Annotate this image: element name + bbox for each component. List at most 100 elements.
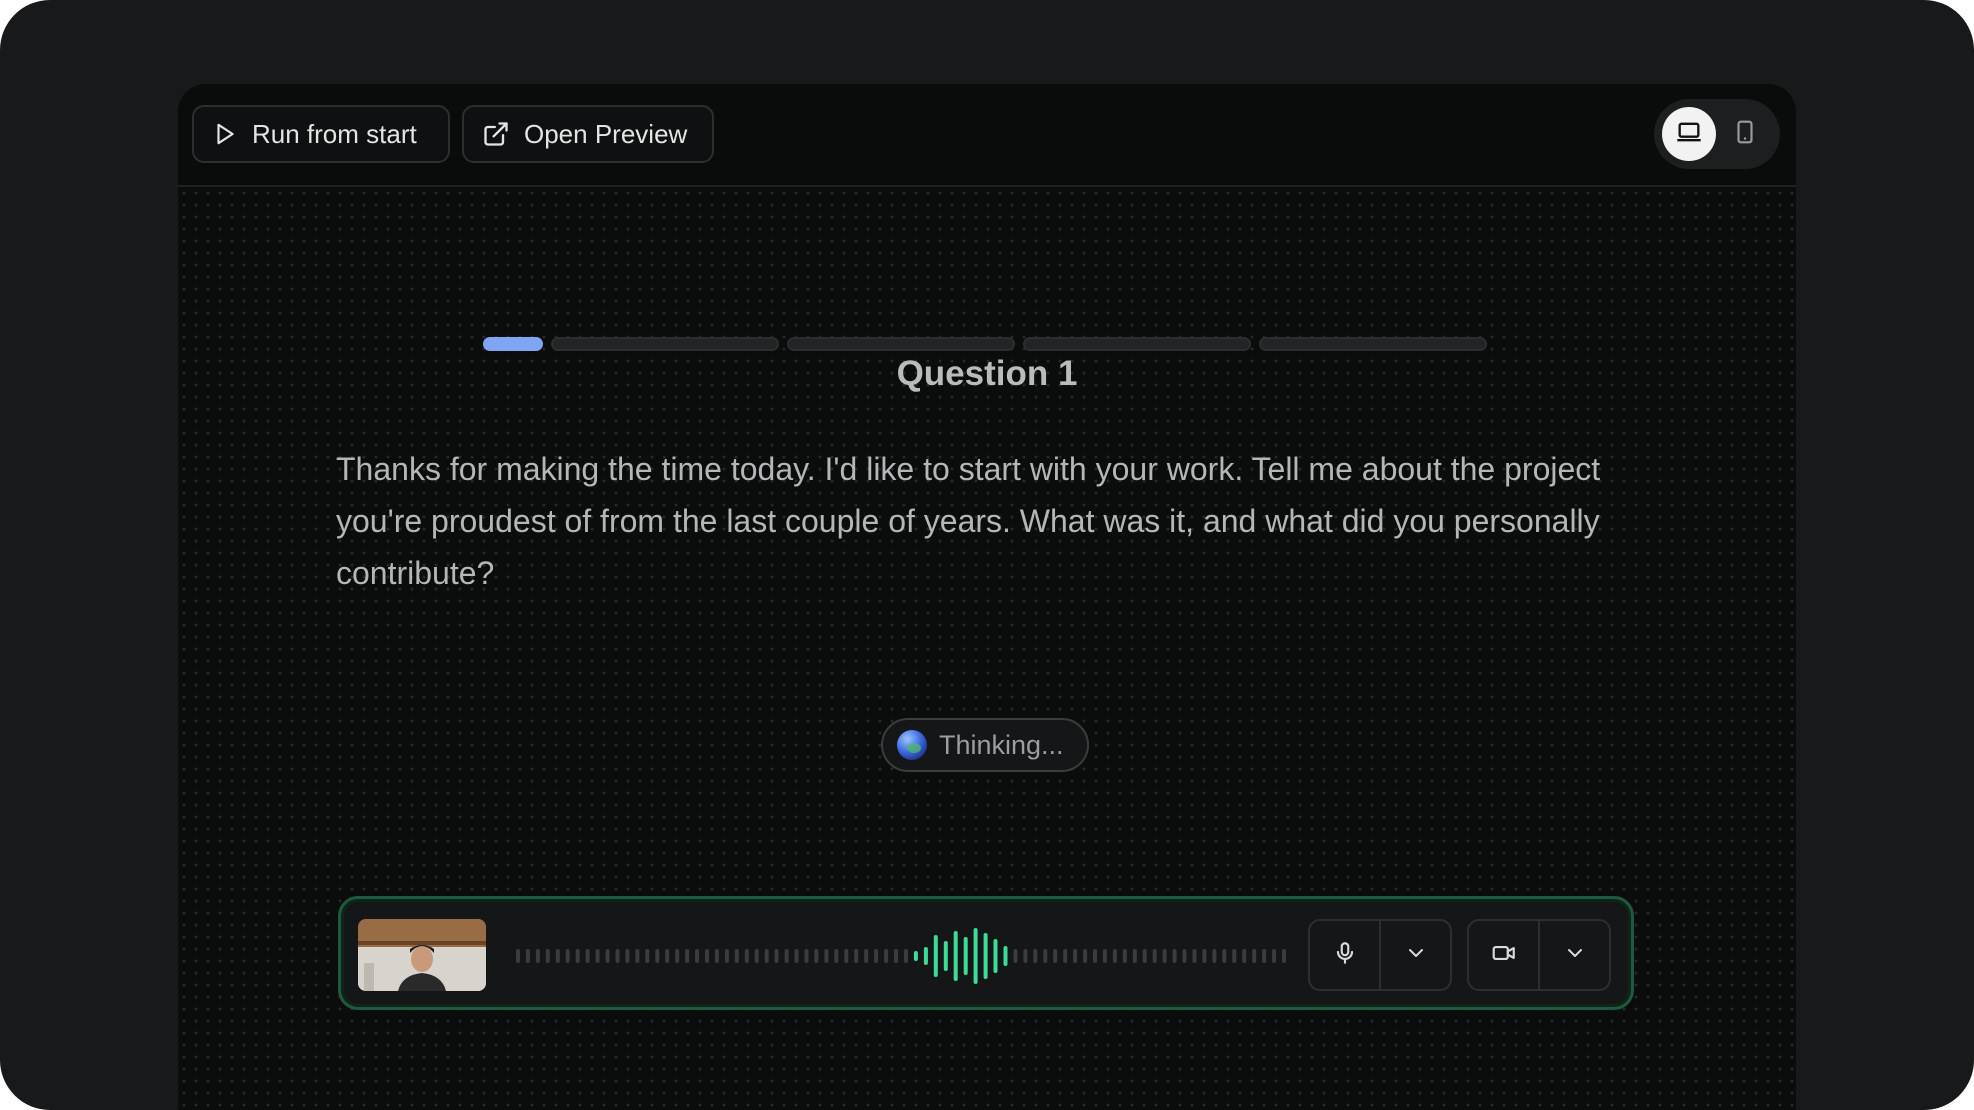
waveform-bar [1172,949,1177,963]
waveform-bar [1122,949,1127,963]
waveform-bar [1063,949,1068,963]
thinking-label: Thinking... [939,729,1064,760]
media-controls [338,896,1634,1010]
waveform-bar [1043,949,1048,963]
open-preview-button[interactable]: Open Preview [462,105,714,163]
camera-preview[interactable] [358,919,486,991]
progress-step-2 [551,337,779,351]
waveform-bar [814,949,819,963]
waveform-bar [1132,949,1137,963]
waveform-bar [1242,949,1247,963]
waveform-bar [864,949,869,963]
waveform-bar [1262,949,1267,963]
waveform-bar [973,928,978,984]
waveform-bar [754,949,759,963]
camera-toggle-button[interactable] [1469,921,1538,989]
waveform-bar [804,949,809,963]
waveform-bar [595,949,600,963]
waveform-bar [1083,949,1088,963]
waveform-bar [894,949,898,963]
waveform-bar [1202,949,1207,963]
progress-step-3 [787,337,1015,351]
waveform-bar [764,949,769,963]
waveform-bar [874,949,879,963]
chevron-down-icon [1404,941,1428,970]
waveform-bar [555,949,560,963]
mobile-view-button[interactable] [1718,107,1772,161]
waveform-bar [1112,949,1117,963]
device-toggle [1654,99,1780,169]
waveform-bar [1073,949,1078,963]
progress-step-1 [483,337,543,351]
waveform-bar [645,949,650,963]
waveform-bar [993,939,998,973]
waveform-bar [1023,949,1028,963]
mobile-icon [1732,118,1758,151]
chevron-down-icon [1563,941,1587,970]
ai-orb-icon [897,730,927,760]
waveform-bar [844,949,849,963]
waveform-bar [913,951,918,961]
waveform-bar [1152,949,1157,963]
mic-options-dropdown[interactable] [1379,921,1450,989]
waveform-bar [1102,949,1107,963]
waveform-bar [1222,949,1227,963]
mic-icon [1332,938,1358,973]
question-progress [483,337,1487,351]
waveform-bar [565,949,570,963]
thinking-status: Thinking... [881,718,1089,772]
run-from-start-button[interactable]: Run from start [192,105,450,163]
toolbar: Run from start Open Preview [178,84,1796,187]
waveform-bar [1162,949,1167,963]
waveform-bar [1033,949,1038,963]
external-link-icon [482,120,510,148]
play-icon [212,121,238,147]
waveform-bar [1003,946,1008,966]
microphone-control [1308,919,1452,991]
waveform-bar [943,941,948,971]
waveform-bar [1252,949,1257,963]
waveform-bar [545,949,550,963]
waveform-bar [904,949,908,963]
waveform-bar [953,931,958,981]
waveform-bar [824,949,829,963]
waveform-bar [535,949,540,963]
waveform-bar [1053,949,1058,963]
waveform-bar [734,949,739,963]
waveform-bar [615,949,620,963]
camera-options-dropdown[interactable] [1538,921,1609,989]
waveform-bar [724,949,729,963]
waveform-bar [605,949,610,963]
waveform-bar [1142,949,1147,963]
waveform-bar [1013,949,1018,963]
waveform-bar [774,949,779,963]
waveform-bar [1282,949,1286,963]
waveform-bar [933,935,938,977]
video-camera-icon [1489,940,1519,971]
waveform-bar [585,949,590,963]
waveform-bar [635,949,640,963]
waveform-bar [525,949,530,963]
waveform-bar [675,949,680,963]
audio-waveform [516,928,1286,984]
waveform-bar [655,949,660,963]
waveform-bar [1272,949,1277,963]
waveform-bar [983,933,988,979]
waveform-bar [1182,949,1187,963]
preview-window: Run from start Open Preview Question 1 T… [178,84,1796,1110]
waveform-bar [1232,949,1237,963]
waveform-bar [884,949,889,963]
waveform-bar [923,947,928,965]
run-from-start-label: Run from start [252,118,417,149]
waveform-bar [1192,949,1197,963]
waveform-bar [784,949,789,963]
waveform-bar [714,949,719,963]
desktop-view-button[interactable] [1662,107,1716,161]
waveform-bar [575,949,580,963]
waveform-bar [1212,949,1217,963]
open-preview-label: Open Preview [524,118,688,149]
question-title: Question 1 [896,354,1078,393]
camera-control [1467,919,1611,991]
mic-toggle-button[interactable] [1310,921,1379,989]
waveform-bar [625,949,630,963]
